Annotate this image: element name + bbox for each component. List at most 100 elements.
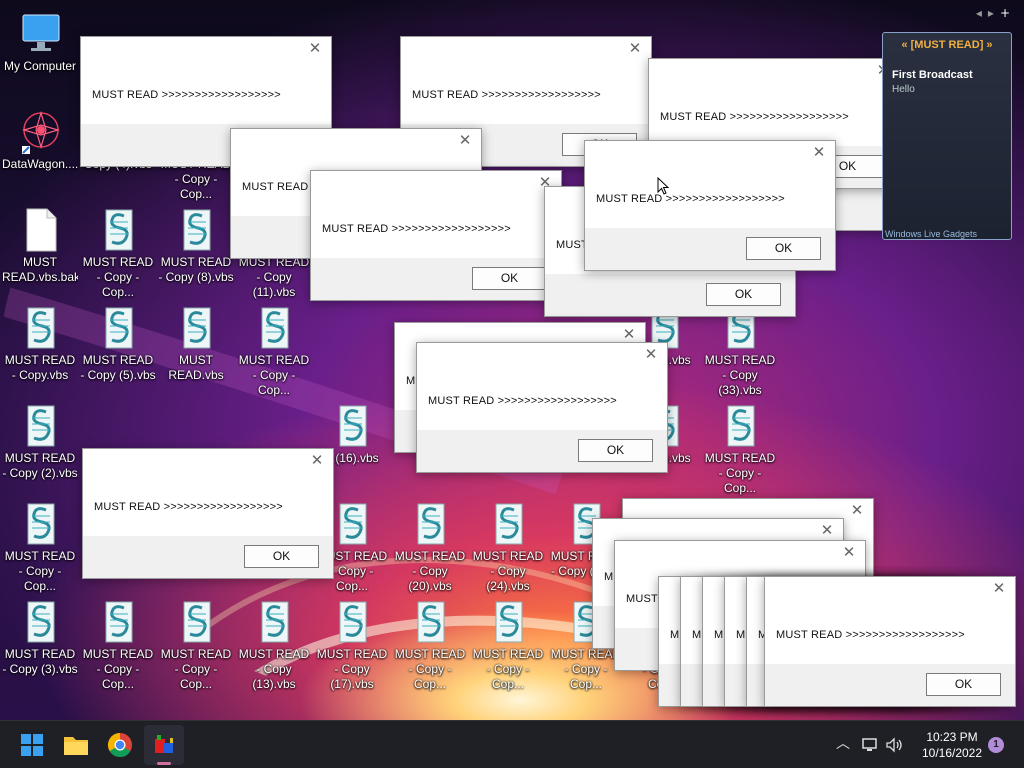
- desktop-icon[interactable]: MUST READ - Copy - Cop...: [2, 496, 78, 593]
- volume-icon[interactable]: [884, 735, 904, 755]
- must-read-dialog[interactable]: ✕MUST READ >>>>>>>>>>>>>>>>>>OK: [764, 576, 1016, 707]
- vbs-script-icon: [339, 503, 367, 545]
- vbs-script-icon: [183, 307, 211, 349]
- dialog-footer: OK: [83, 536, 333, 578]
- notification-badge[interactable]: 1: [988, 737, 1004, 753]
- ok-button[interactable]: OK: [472, 267, 547, 290]
- forward-arrow-icon[interactable]: ▸: [988, 6, 1000, 20]
- dialog-message: MUST READ >>>>>>>>>>>>>>>>>>: [94, 501, 283, 513]
- desktop-icon[interactable]: MUST READ.vbs: [158, 300, 234, 396]
- desktop-icon[interactable]: MUST READ - Copy - Cop...: [392, 594, 468, 691]
- start-button[interactable]: [12, 725, 52, 765]
- desktop-icon[interactable]: MUST READ - Copy (24).vbs: [470, 496, 546, 593]
- must-read-dialog[interactable]: ✕ MUST READ >>>>>>>>>>>>>>>>>> OK: [584, 140, 836, 271]
- desktop-icon[interactable]: MUST READ - Copy - Cop...: [236, 300, 312, 397]
- folder-icon: [64, 737, 88, 755]
- broadcast-header-label: [MUST READ]: [910, 39, 984, 51]
- dialog-footer: OK: [765, 664, 1015, 706]
- desktop-icon[interactable]: MUST READ - Copy - Cop...: [702, 398, 778, 495]
- desktop-icon[interactable]: MUST READ - Copy (3).vbs: [2, 594, 78, 690]
- vbs-script-icon: [183, 601, 211, 643]
- close-icon[interactable]: ✕: [819, 523, 835, 539]
- desktop-icon[interactable]: MUST READ - Copy (20).vbs: [392, 496, 468, 593]
- close-icon[interactable]: ✕: [811, 145, 827, 161]
- desktop-icon-label: MUST READ - Copy (17).vbs: [316, 647, 388, 691]
- broadcast-header: « [MUST READ] »: [883, 39, 1011, 51]
- desktop-icon-label: MUST READ - Copy - Cop...: [472, 647, 544, 691]
- vbs-script-icon: [105, 307, 133, 349]
- dialog-message: MUST READ >>>>>>>>>>>>>>>>>>: [92, 89, 281, 101]
- clock-date: 10/16/2022: [921, 746, 983, 760]
- desktop-icon[interactable]: My Computer: [2, 6, 78, 102]
- ok-button[interactable]: OK: [244, 545, 319, 568]
- desktop-icon-label: MUST READ - Copy - Cop...: [4, 549, 76, 593]
- broadcast-body: Hello: [892, 84, 915, 95]
- network-icon[interactable]: [860, 735, 880, 755]
- desktop-icon-label: MUST READ - Copy (33).vbs: [704, 353, 776, 397]
- windows-start-icon: [21, 734, 43, 756]
- close-icon[interactable]: ✕: [309, 453, 325, 469]
- desktop-icon[interactable]: MUST READ - Copy.vbs: [2, 300, 78, 396]
- vbs-script-icon: [105, 601, 133, 643]
- close-icon[interactable]: ✕: [841, 545, 857, 561]
- close-icon[interactable]: ✕: [643, 347, 659, 363]
- desktop-icon[interactable]: MUST READ - Copy (2).vbs: [2, 398, 78, 494]
- dialog-message: MUST READ >>>>>>>>>>>>>>>>>>: [322, 223, 511, 235]
- desktop-icon[interactable]: MUST READ - Copy - Cop...: [80, 594, 156, 691]
- desktop-icon-label: MUST READ - Copy (20).vbs: [394, 549, 466, 593]
- vbs-script-icon: [495, 601, 523, 643]
- show-hidden-icons-chevron-up-icon[interactable]: ︿: [834, 733, 852, 755]
- close-icon[interactable]: ✕: [991, 581, 1007, 597]
- desktop-icon[interactable]: MUST READ - Copy (17).vbs: [314, 594, 390, 691]
- double-chevron-left-icon[interactable]: «: [901, 39, 907, 51]
- desktop-icon-label: MUST READ - Copy (24).vbs: [472, 549, 544, 593]
- close-icon[interactable]: ✕: [849, 503, 865, 519]
- ok-button[interactable]: OK: [578, 439, 653, 462]
- desktop-icon[interactable]: MUST READ - Copy (8).vbs: [158, 202, 234, 298]
- chrome-button[interactable]: [100, 725, 140, 765]
- desktop-icon[interactable]: MUST READ - Copy - Cop...: [158, 594, 234, 691]
- double-chevron-right-icon[interactable]: »: [986, 39, 992, 51]
- desktop-icon-label: MUST READ - Copy - Cop...: [82, 647, 154, 691]
- desktop-icon[interactable]: MUST READ.vbs.bak: [2, 202, 78, 298]
- dialog-message: MUST READ >>>>>>>>>>>>>>>>>>: [660, 111, 849, 123]
- must-read-dialog[interactable]: ✕MUST READ >>>>>>>>>>>>>>>>>>OK: [310, 170, 562, 301]
- back-arrow-icon[interactable]: ◂: [976, 6, 988, 20]
- close-icon[interactable]: ✕: [307, 41, 323, 57]
- must-read-dialog[interactable]: ✕ MUST READ >>>>>>>>>>>>>>>>>> OK: [82, 448, 334, 579]
- blank-file-icon: [26, 208, 57, 252]
- mouse-cursor-icon: [657, 177, 669, 195]
- clock-time: 10:23 PM: [926, 730, 978, 744]
- ok-button[interactable]: OK: [706, 283, 781, 306]
- datawagon-icon: [22, 110, 60, 154]
- computer-icon: [22, 14, 60, 51]
- desktop: My Computer DataWagon.... MUST READ.vbs.ba…: [0, 0, 1024, 720]
- desktop-icon[interactable]: MUST READ - Copy - Cop...: [470, 594, 546, 691]
- desktop-icon[interactable]: MUST READ - Copy (13).vbs: [236, 594, 312, 691]
- broadcast-gadget[interactable]: « [MUST READ] » First Broadcast Hello Wi…: [882, 32, 1012, 240]
- plus-icon[interactable]: +: [1000, 6, 1016, 20]
- must-read-dialog[interactable]: ✕ MUST READ >>>>>>>>>>>>>>>>>> OK: [416, 342, 668, 473]
- close-icon[interactable]: ✕: [621, 327, 637, 343]
- close-icon[interactable]: ✕: [627, 41, 643, 57]
- desktop-icon[interactable]: MUST READ - Copy (5).vbs: [80, 300, 156, 396]
- dialog-footer: OK: [417, 430, 667, 472]
- ok-button[interactable]: OK: [746, 237, 821, 260]
- vbs-script-icon: [417, 601, 445, 643]
- script-runner-icon: [155, 735, 173, 753]
- desktop-icon-label: MUST READ.vbs.bak: [2, 255, 78, 284]
- dialog-message: MUST READ >>>>>>>>>>>>>>>>>>: [428, 395, 617, 407]
- dialog-message: MUST READ >>>>>>>>>>>>>>>>>>: [596, 193, 785, 205]
- desktop-icon-label: MUST READ - Copy (2).vbs: [2, 451, 78, 480]
- close-icon[interactable]: ✕: [457, 133, 473, 149]
- script-runner-button[interactable]: [144, 725, 184, 765]
- desktop-icon[interactable]: DataWagon....: [2, 104, 78, 200]
- desktop-icon-label: MUST READ - Copy (13).vbs: [238, 647, 310, 691]
- vbs-script-icon: [261, 601, 289, 643]
- desktop-icon-label: DataWagon....: [2, 157, 78, 171]
- file-explorer-button[interactable]: [56, 725, 96, 765]
- ok-button[interactable]: OK: [926, 673, 1001, 696]
- broadcast-footer: Windows Live Gadgets: [885, 229, 978, 239]
- desktop-icon[interactable]: MUST READ - Copy - Cop...: [80, 202, 156, 299]
- taskbar-clock[interactable]: 10:23 PM 10/16/2022: [914, 729, 990, 761]
